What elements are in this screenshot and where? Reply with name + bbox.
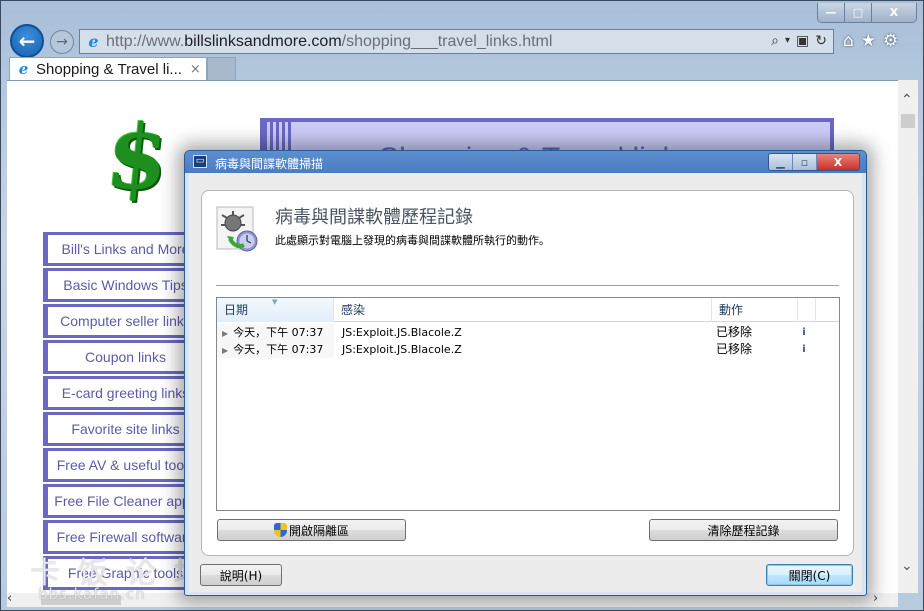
- star-icon[interactable]: ★: [861, 31, 876, 51]
- tab-shopping-travel[interactable]: e Shopping & Travel li... ×: [9, 57, 207, 81]
- nav-link[interactable]: Free File Cleaner apps: [43, 484, 203, 518]
- help-button[interactable]: 說明(H): [200, 564, 282, 586]
- ie-logo-icon: e: [88, 32, 99, 51]
- expand-arrow-icon[interactable]: ▶: [222, 346, 228, 355]
- nav-link[interactable]: Computer seller links: [43, 304, 203, 338]
- close-window-button[interactable]: X: [872, 3, 916, 22]
- table-row[interactable]: ▶ 今天，下午 07:37 JS:Exploit.JS.Blacole.Z 已移除…: [217, 341, 839, 358]
- maximize-window-button[interactable]: □: [845, 3, 872, 22]
- watermark-url: bbs.kafan.cn: [38, 585, 146, 603]
- minimize-window-button[interactable]: —: [818, 3, 845, 22]
- home-icon[interactable]: ⌂: [843, 31, 854, 51]
- nav-link[interactable]: Favorite site links: [43, 412, 203, 446]
- clear-history-button[interactable]: 清除歷程記錄: [649, 519, 838, 541]
- scroll-thumb[interactable]: [901, 114, 915, 128]
- nav-link[interactable]: Free AV & useful tools: [43, 448, 203, 482]
- dialog-maximize-button[interactable]: ▫: [793, 154, 817, 170]
- virus-history-icon: [216, 206, 258, 252]
- tab-label: Shopping & Travel li...: [36, 61, 182, 78]
- ie-logo-icon: e: [18, 60, 29, 78]
- url-domain: billslinksandmore.com: [184, 32, 342, 50]
- open-quarantine-button[interactable]: 開啟隔離區: [217, 519, 406, 541]
- sort-down-icon: ▼: [272, 298, 278, 306]
- nav-link[interactable]: Coupon links: [43, 340, 203, 374]
- history-title: 病毒與間諜軟體歷程記錄: [275, 207, 473, 228]
- column-header-info[interactable]: [798, 298, 816, 322]
- dialog-titlebar[interactable]: ▭ 病毒與間諜軟體掃描 ▁ ▫ X: [185, 151, 866, 173]
- dialog-title: 病毒與間諜軟體掃描: [215, 157, 324, 171]
- nav-link[interactable]: Bill's Links and More: [43, 232, 203, 266]
- dialog-close-button[interactable]: X: [817, 154, 859, 170]
- refresh-icon[interactable]: ↻: [815, 33, 827, 49]
- dialog-body: 病毒與間諜軟體歷程記錄 此處顯示對電腦上發現的病毒與間諜軟體所執行的動作。 ▼ …: [189, 173, 862, 592]
- scroll-up-icon[interactable]: ⌃: [901, 92, 913, 108]
- forward-button[interactable]: →: [50, 30, 74, 54]
- nav-link[interactable]: E-card greeting links: [43, 376, 203, 410]
- nav-link-list: Bill's Links and More Basic Windows Tips…: [43, 232, 203, 592]
- dialog-minimize-button[interactable]: ▁: [769, 154, 793, 170]
- list-header: ▼ 日期 感染 動作: [217, 298, 839, 322]
- info-icon[interactable]: i: [794, 324, 814, 341]
- info-icon[interactable]: i: [794, 341, 814, 358]
- history-list[interactable]: ▼ 日期 感染 動作 ▶ 今天，下午 07:37 JS:Exploit.JS.Bl…: [216, 297, 840, 511]
- close-icon[interactable]: ×: [190, 62, 201, 77]
- history-description: 此處顯示對電腦上發現的病毒與間諜軟體所執行的動作。: [275, 234, 550, 247]
- address-bar[interactable]: e http://www.billslinksandmore.com/shopp…: [79, 29, 834, 54]
- back-button[interactable]: ←: [10, 24, 44, 58]
- scroll-right-icon[interactable]: ›: [873, 591, 878, 606]
- close-button[interactable]: 關閉(C): [766, 564, 853, 586]
- chevron-down-icon[interactable]: ▾: [785, 33, 790, 49]
- expand-arrow-icon[interactable]: ▶: [222, 329, 228, 338]
- uac-shield-icon: [273, 523, 287, 537]
- gear-icon[interactable]: ⚙: [883, 31, 898, 51]
- app-icon: ▭: [193, 155, 207, 168]
- dialog-window-controls: ▁ ▫ X: [768, 153, 860, 171]
- table-row[interactable]: ▶ 今天，下午 07:37 JS:Exploit.JS.Blacole.Z 已移除…: [217, 324, 839, 341]
- history-panel: 病毒與間諜軟體歷程記錄 此處顯示對電腦上發現的病毒與間諜軟體所執行的動作。 ▼ …: [201, 190, 854, 556]
- search-icon[interactable]: ⌕: [771, 33, 779, 49]
- nav-link[interactable]: Basic Windows Tips: [43, 268, 203, 302]
- column-header-date[interactable]: ▼ 日期: [217, 298, 334, 322]
- compatibility-view-icon[interactable]: ▣: [796, 33, 809, 49]
- window-controls: — □ X: [817, 3, 917, 23]
- column-header-action[interactable]: 動作: [712, 298, 798, 322]
- vertical-scrollbar[interactable]: ⌃ ⌄: [898, 80, 918, 593]
- arrow-right-icon: →: [56, 34, 68, 50]
- scroll-left-icon[interactable]: ‹: [7, 591, 12, 606]
- url-text[interactable]: http://www.billslinksandmore.com/shoppin…: [106, 33, 552, 51]
- virus-scan-dialog: ▭ 病毒與間諜軟體掃描 ▁ ▫ X 病毒與間諜軟體歷程記錄 此處顯示對電腦上發現…: [184, 150, 867, 596]
- divider: [216, 285, 839, 286]
- scroll-down-icon[interactable]: ⌄: [901, 558, 913, 574]
- new-tab-button[interactable]: [207, 57, 236, 81]
- dollar-logo: $: [101, 105, 174, 209]
- column-header-threat[interactable]: 感染: [334, 298, 712, 322]
- arrow-left-icon: ←: [18, 29, 36, 53]
